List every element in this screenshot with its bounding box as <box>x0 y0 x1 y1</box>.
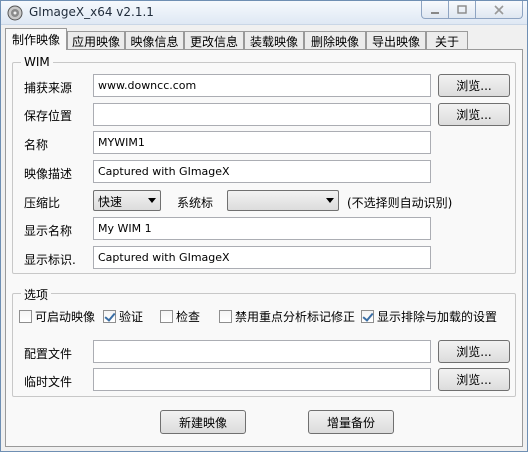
create-image-button[interactable]: 新建映像 <box>160 410 246 434</box>
minimize-icon <box>431 11 439 14</box>
checkbox-box <box>103 310 116 323</box>
tab-about[interactable]: 关于 <box>426 31 468 50</box>
checkbox-box <box>361 310 374 323</box>
tab-delete-image[interactable]: 删除映像 <box>304 31 366 50</box>
check-checkbox[interactable]: 检查 <box>160 308 200 325</box>
maximize-icon <box>457 4 467 14</box>
checkbox-box <box>219 310 232 323</box>
title-bar[interactable]: GImageX_x64 v2.1.1 <box>1 1 527 25</box>
verify-checkbox[interactable]: 验证 <box>103 308 143 325</box>
temp-file-input[interactable] <box>93 368 431 391</box>
chevron-down-icon <box>148 198 156 203</box>
close-button[interactable] <box>475 1 523 19</box>
window-title: GImageX_x64 v2.1.1 <box>29 5 154 19</box>
config-file-input[interactable] <box>93 340 431 363</box>
tab-create-image[interactable]: 制作映像 <box>5 28 67 50</box>
tab-change-info[interactable]: 更改信息 <box>184 31 244 50</box>
tab-export-image[interactable]: 导出映像 <box>366 31 426 50</box>
minimize-button[interactable] <box>421 1 449 19</box>
maximize-button[interactable] <box>448 1 476 19</box>
display-name-input[interactable]: My WIM 1 <box>93 217 431 240</box>
compression-select[interactable]: 快速 <box>93 190 161 211</box>
save-browse-button[interactable]: 浏览... <box>438 103 510 126</box>
flags-label: 系统标 <box>177 196 214 210</box>
close-icon <box>494 4 504 15</box>
options-group-legend: 选项 <box>21 286 52 303</box>
flags-hint: (不选择则自动识别) <box>347 196 453 210</box>
name-input[interactable]: MYWIM1 <box>93 131 431 154</box>
save-location-input[interactable] <box>93 103 431 126</box>
show-exclusions-checkbox[interactable]: 显示排除与加载的设置 <box>361 308 497 325</box>
description-label: 映像描述 <box>24 167 73 181</box>
display-desc-input[interactable]: Captured with GImageX <box>93 246 431 269</box>
create-image-panel: WIM 捕获来源 www.downcc.com 浏览... 保存位置 浏览...… <box>5 49 523 447</box>
wim-group-legend: WIM <box>21 55 53 69</box>
display-name-label: 显示名称 <box>24 224 73 238</box>
config-browse-button[interactable]: 浏览... <box>438 340 510 363</box>
wim-group: WIM 捕获来源 www.downcc.com 浏览... 保存位置 浏览...… <box>12 55 516 274</box>
checkbox-box <box>19 310 32 323</box>
flags-select[interactable] <box>227 190 339 211</box>
compression-label: 压缩比 <box>24 196 61 210</box>
source-browse-button[interactable]: 浏览... <box>438 74 510 97</box>
source-label: 捕获来源 <box>24 81 73 95</box>
tab-mount-image[interactable]: 装载映像 <box>244 31 304 50</box>
temp-file-label: 临时文件 <box>24 375 73 389</box>
display-desc-label: 显示标识. <box>24 253 76 267</box>
tab-image-info[interactable]: 映像信息 <box>125 31 184 50</box>
main-window: GImageX_x64 v2.1.1 制作映像 应用映像 映像信息 更改信息 装… <box>0 0 528 452</box>
tab-apply-image[interactable]: 应用映像 <box>67 31 125 50</box>
options-group: 选项 可启动映像 验证 检查 禁用重点分析标记修正 显示排除与加载的设置 配置文… <box>12 286 516 397</box>
disable-analysis-checkbox[interactable]: 禁用重点分析标记修正 <box>219 308 355 325</box>
gimagex-disc-icon <box>7 5 23 21</box>
save-location-label: 保存位置 <box>24 109 73 123</box>
chevron-down-icon <box>326 198 334 203</box>
temp-browse-button[interactable]: 浏览... <box>438 368 510 391</box>
append-backup-button[interactable]: 增量备份 <box>308 410 394 434</box>
checkbox-box <box>160 310 173 323</box>
config-file-label: 配置文件 <box>24 347 73 361</box>
bootable-checkbox[interactable]: 可启动映像 <box>19 308 95 325</box>
description-input[interactable]: Captured with GImageX <box>93 160 431 183</box>
source-input[interactable]: www.downcc.com <box>93 74 431 97</box>
name-label: 名称 <box>24 138 49 152</box>
